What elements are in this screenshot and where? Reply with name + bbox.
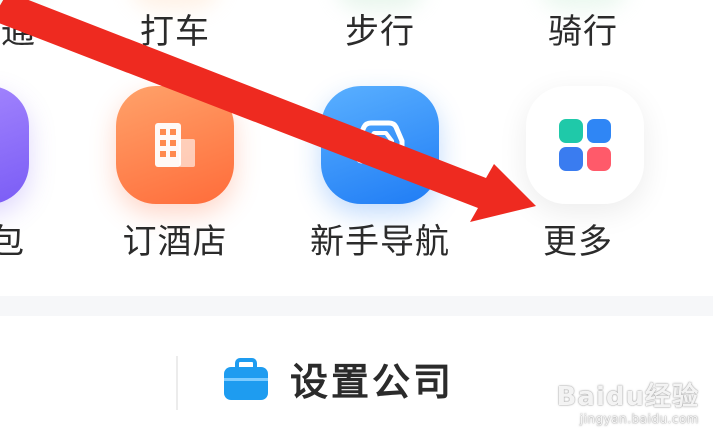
walk-icon bbox=[335, 0, 425, 10]
shortcut-hotel-label: 订酒店 bbox=[122, 222, 228, 262]
section-divider bbox=[0, 296, 713, 316]
set-company-label: 设置公司 bbox=[290, 360, 455, 404]
mode-transit-label: 交通 bbox=[0, 12, 36, 52]
shortcut-beginner-navigation-label: 新手导航 bbox=[310, 222, 450, 262]
mode-walk-label: 步行 bbox=[345, 12, 415, 52]
watermark-brand: Baidu经验 bbox=[556, 382, 699, 412]
shortcut-hotel[interactable]: 订酒店 bbox=[80, 70, 270, 290]
taxi-icon bbox=[130, 0, 220, 10]
transit-icon bbox=[0, 0, 46, 10]
watermark-url: jingyan.baidu.com bbox=[579, 412, 699, 426]
mode-taxi-label: 打车 bbox=[140, 12, 210, 52]
set-company-button[interactable]: 设置公司 bbox=[222, 358, 454, 406]
shortcut-more[interactable]: 更多 bbox=[490, 70, 680, 290]
baidu-jingyan-watermark: Baidu经验 jingyan.baidu.com bbox=[557, 382, 699, 426]
map-app-shortcut-panel: 交通 打车 步行 骑行 钱包 bbox=[0, 0, 713, 436]
mode-taxi[interactable]: 打车 bbox=[100, 0, 250, 62]
shortcut-more-label: 更多 bbox=[543, 222, 613, 262]
grid-more-icon bbox=[526, 86, 644, 204]
briefcase-icon bbox=[222, 358, 270, 406]
mode-transit[interactable]: 交通 bbox=[0, 0, 76, 62]
mode-walk[interactable]: 步行 bbox=[305, 0, 455, 62]
shortcut-beginner-navigation[interactable]: 新手导航 bbox=[285, 70, 475, 290]
wallet-icon bbox=[0, 86, 29, 204]
bike-icon bbox=[538, 0, 628, 10]
mode-bike[interactable]: 骑行 bbox=[508, 0, 658, 62]
mode-bike-label: 骑行 bbox=[548, 12, 618, 52]
vertical-divider bbox=[176, 356, 178, 410]
transport-mode-row: 交通 打车 步行 骑行 bbox=[0, 0, 713, 62]
car-navigation-icon bbox=[321, 86, 439, 204]
shortcut-row: 钱包 订酒店 bbox=[0, 70, 713, 290]
hotel-icon bbox=[116, 86, 234, 204]
